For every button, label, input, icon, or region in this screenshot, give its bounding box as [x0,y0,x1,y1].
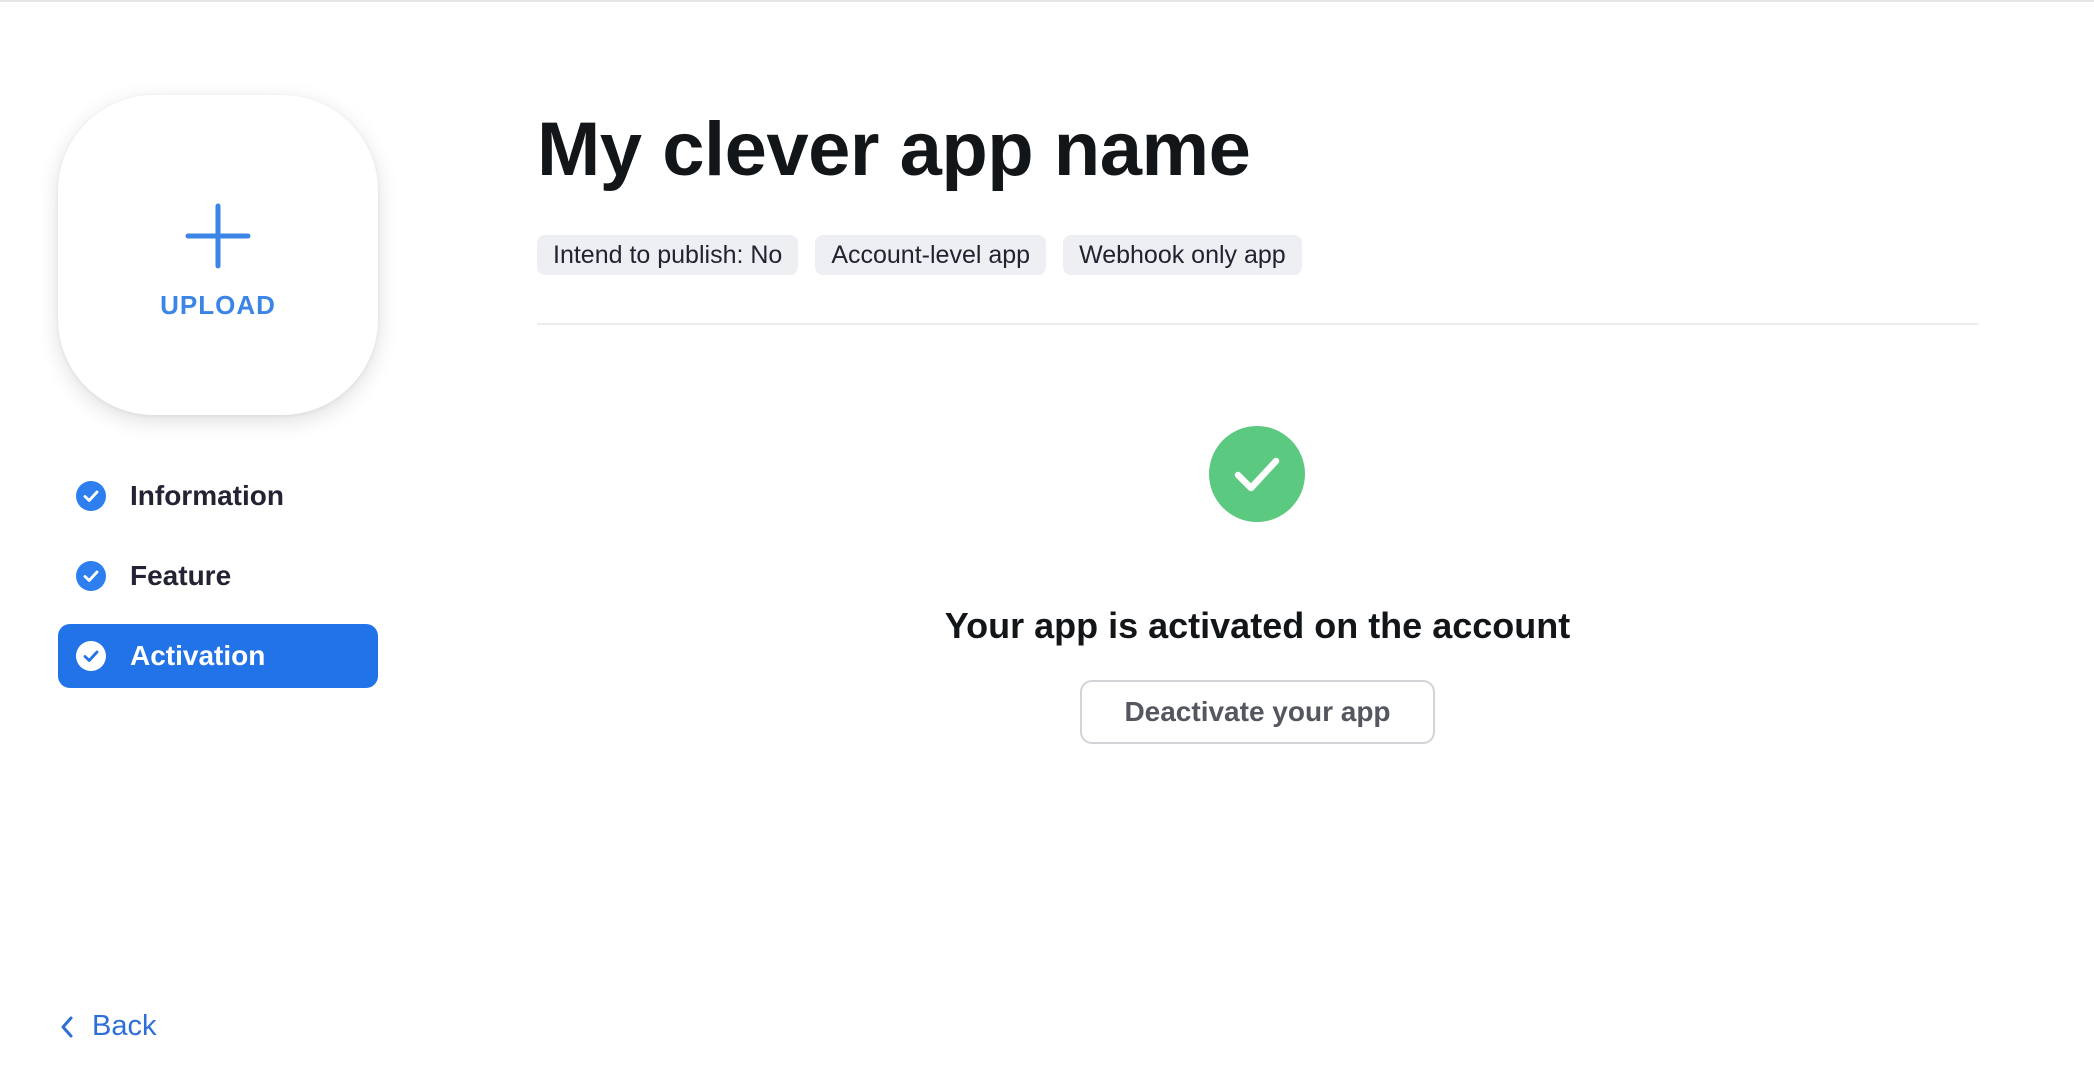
check-circle-icon [76,641,106,671]
check-circle-icon [76,481,106,511]
tag-app-level: Account-level app [815,235,1047,275]
sidebar-item-label: Activation [130,640,266,671]
chevron-left-icon [61,1016,73,1037]
upload-label: UPLOAD [160,290,276,320]
sidebar-item-feature[interactable]: Feature [58,544,378,608]
success-check-icon [1209,426,1305,522]
divider [537,323,1978,325]
check-circle-icon [76,561,106,591]
app-tags: Intend to publish: No Account-level app … [537,235,1302,275]
plus-icon [185,203,251,269]
sidebar-item-information[interactable]: Information [58,464,378,528]
back-label: Back [92,1010,157,1042]
sidebar-item-activation[interactable]: Activation [58,624,378,688]
activation-status-text: Your app is activated on the account [944,605,1571,646]
top-border [0,0,2094,2]
deactivate-app-button[interactable]: Deactivate your app [1080,680,1435,744]
tag-publish: Intend to publish: No [537,235,799,275]
sidebar-item-label: Feature [130,560,232,591]
back-link[interactable]: Back [60,1010,156,1043]
sidebar-item-label: Information [130,480,284,511]
page-title: My clever app name [537,107,1251,192]
tag-app-type: Webhook only app [1063,235,1302,275]
